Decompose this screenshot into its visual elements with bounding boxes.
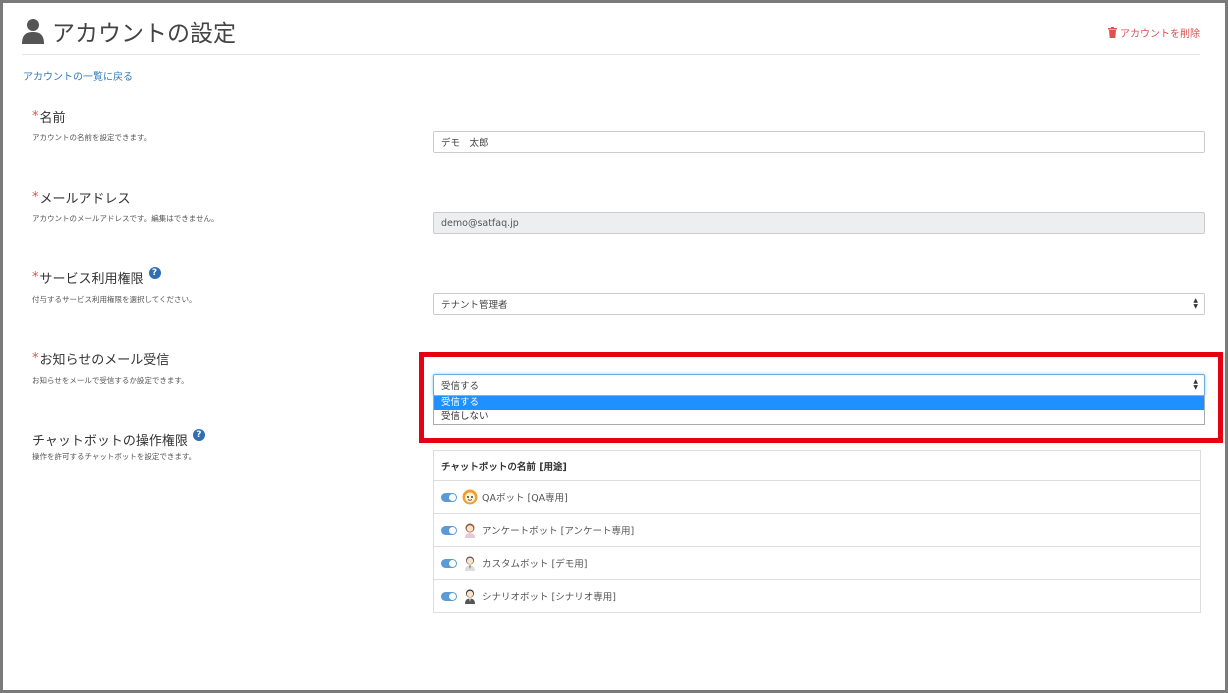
- chatbot-name: カスタムボット [デモ用]: [482, 559, 588, 570]
- chatbot-name: シナリオボット [シナリオ専用]: [482, 592, 616, 603]
- user-icon: [22, 19, 44, 44]
- help-icon[interactable]: ?: [148, 266, 161, 279]
- trash-icon: [1108, 27, 1117, 38]
- notify-dropdown-list: 受信する 受信しない: [433, 395, 1205, 425]
- required-mark: *: [32, 190, 39, 205]
- permission-select[interactable]: テナント管理者 ▲ ▼: [433, 293, 1205, 315]
- chatbot-permission-description: 操作を許可するチャットボットを設定できます。: [32, 452, 197, 461]
- chatbot-toggle[interactable]: [441, 525, 457, 535]
- delete-account-button[interactable]: アカウントを削除: [1108, 25, 1200, 40]
- name-description: アカウントの名前を設定できます。: [32, 133, 152, 142]
- permission-description: 付与するサービス利用権限を選択してください。: [32, 295, 197, 304]
- scenario-bot-avatar-icon: [465, 589, 475, 604]
- email-field: demo@satfaq.jp: [433, 212, 1205, 234]
- chatbot-permission-label: チャットボットの操作権限 ?: [32, 428, 205, 449]
- back-to-account-list-link[interactable]: アカウントの一覧に戻る: [23, 68, 133, 83]
- select-arrows-icon: ▲ ▼: [1193, 297, 1198, 310]
- page-header: アカウントの設定 アカウントを削除: [22, 12, 1200, 55]
- notify-select[interactable]: 受信する ▲ ▼: [433, 374, 1205, 396]
- required-mark: *: [32, 270, 39, 285]
- chatbot-table: チャットボットの名前 [用途] QAボット [QA専用] アンケートボット [ア…: [433, 450, 1201, 613]
- required-mark: *: [32, 351, 39, 366]
- page-title: アカウントの設定: [22, 14, 236, 48]
- help-icon[interactable]: ?: [192, 428, 205, 441]
- notify-label: * お知らせのメール受信: [32, 351, 170, 368]
- name-label: * 名前: [32, 109, 66, 126]
- chatbot-row: QAボット [QA専用]: [434, 481, 1200, 514]
- notify-option-receive[interactable]: 受信する: [434, 396, 1204, 410]
- custom-bot-avatar-icon: [465, 556, 475, 571]
- chatbot-row: シナリオボット [シナリオ専用]: [434, 580, 1200, 612]
- chatbot-name: QAボット [QA専用]: [482, 493, 568, 504]
- notify-description: お知らせをメールで受信するか設定できます。: [32, 376, 189, 385]
- notify-option-not-receive[interactable]: 受信しない: [434, 410, 1204, 424]
- chatbot-row: カスタムボット [デモ用]: [434, 547, 1200, 580]
- chatbot-name: アンケートボット [アンケート専用]: [482, 526, 635, 537]
- chatbot-toggle[interactable]: [441, 492, 457, 502]
- email-label: * メールアドレス: [32, 190, 131, 207]
- name-input[interactable]: デモ 太郎: [433, 131, 1205, 153]
- survey-bot-avatar-icon: [465, 523, 475, 538]
- chatbot-table-header: チャットボットの名前 [用途]: [434, 451, 1200, 481]
- required-mark: *: [32, 109, 39, 124]
- email-description: アカウントのメールアドレスです。編集はできません。: [32, 214, 219, 223]
- chatbot-toggle[interactable]: [441, 591, 457, 601]
- page-title-text: アカウントの設定: [52, 21, 236, 47]
- delete-account-label: アカウントを削除: [1120, 29, 1200, 40]
- qa-bot-avatar-icon: [462, 489, 478, 505]
- select-arrows-icon: ▲ ▼: [1193, 378, 1198, 391]
- chatbot-row: アンケートボット [アンケート専用]: [434, 514, 1200, 547]
- permission-label: * サービス利用権限 ?: [32, 266, 161, 287]
- chatbot-toggle[interactable]: [441, 558, 457, 568]
